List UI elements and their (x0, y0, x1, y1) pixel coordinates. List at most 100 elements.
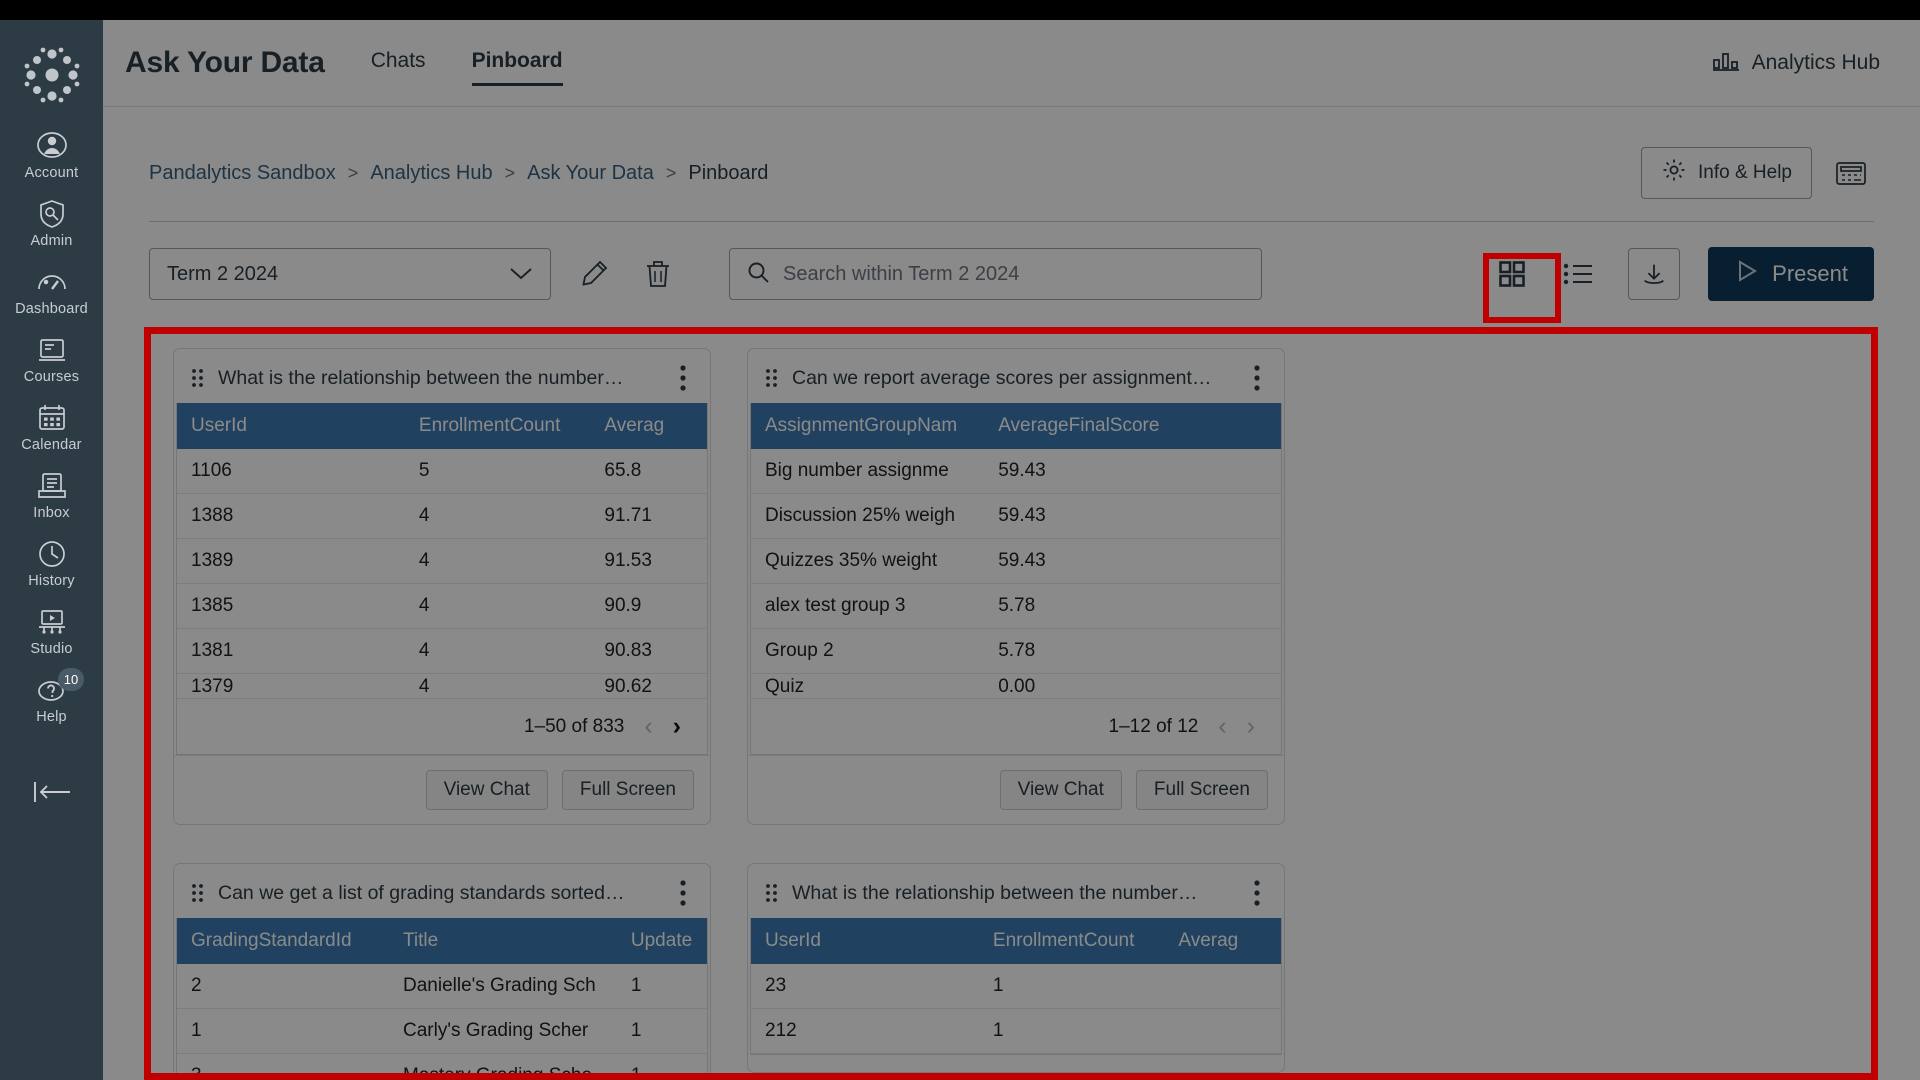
card-data-grid: UserId EnrollmentCount Averag 1106 5 65.… (176, 403, 708, 755)
pagination-prev-icon[interactable]: ‹ (1218, 714, 1226, 739)
column-header[interactable]: AverageFinalScore (984, 403, 1281, 449)
column-header[interactable]: UserId (177, 403, 405, 449)
tab-chats[interactable]: Chats (371, 49, 426, 78)
pagination-next-icon[interactable]: › (1247, 714, 1255, 739)
breadcrumb-link-2[interactable]: Ask Your Data (527, 162, 654, 185)
tab-pinboard[interactable]: Pinboard (471, 49, 563, 86)
pinboard-card[interactable]: Can we report average scores per assignm… (747, 348, 1285, 825)
sidebar-item-help[interactable]: 10 Help (0, 666, 103, 734)
analytics-hub-link[interactable]: Analytics Hub (1711, 49, 1880, 78)
view-chat-button[interactable]: View Chat (999, 770, 1122, 810)
column-header[interactable]: Title (389, 918, 617, 964)
column-header[interactable]: Averag (1164, 918, 1281, 964)
sidebar-item-calendar[interactable]: Calendar (0, 394, 103, 462)
pagination-prev-icon[interactable]: ‹ (644, 714, 652, 739)
pinboard-card[interactable]: What is the relationship between the num… (747, 863, 1285, 1073)
search-box[interactable] (729, 248, 1262, 300)
cell: 59.43 (984, 449, 1281, 494)
card-menu-icon[interactable] (672, 365, 694, 391)
sidebar-item-history[interactable]: History (0, 530, 103, 598)
gear-icon (1661, 157, 1687, 189)
table-row: Discussion 25% weigh 59.43 (751, 493, 1281, 539)
sidebar-item-inbox[interactable]: Inbox (0, 462, 103, 530)
screen-root: Account Admin Dashboard Courses Calendar… (0, 0, 1920, 1080)
table-row: 23 1 (751, 964, 1281, 1009)
card-header: Can we get a list of grading standards s… (174, 864, 710, 918)
pagination-range: 1–12 of 12 (1108, 715, 1199, 737)
table-pagination: 1–50 of 833 ‹ › (177, 698, 707, 754)
view-chat-button[interactable]: View Chat (425, 770, 548, 810)
table-row: 2 Danielle's Grading Sch 1 (177, 964, 707, 1009)
cell: 4 (404, 628, 591, 674)
column-header[interactable]: GradingStandardId (177, 918, 389, 964)
table-header-row: GradingStandardId Title Update (177, 918, 707, 964)
cell: 0.00 (998, 676, 1036, 697)
drag-handle-icon[interactable] (764, 882, 780, 904)
table-row-clipped: 212 1 (751, 1008, 1281, 1054)
table-row: 1388 4 91.71 (177, 493, 707, 539)
account-icon (35, 129, 69, 163)
breadcrumb-separator: > (504, 162, 516, 183)
card-data-grid: UserId EnrollmentCount Averag 23 1 212 1 (750, 918, 1282, 1055)
column-header[interactable]: Update (616, 918, 707, 964)
column-header[interactable]: EnrollmentCount (404, 403, 591, 449)
download-icon[interactable] (1628, 248, 1681, 300)
cell: 1388 (177, 493, 405, 539)
sidebar-item-label: History (28, 572, 75, 589)
pinboard-card[interactable]: What is the relationship between the num… (173, 348, 711, 825)
cell: Mastery Grading Sche (389, 1053, 617, 1080)
pencil-edit-icon[interactable] (573, 253, 615, 295)
data-table: UserId EnrollmentCount Averag 23 1 212 1 (751, 918, 1281, 1054)
table-pagination: 1–12 of 12 ‹ › (751, 698, 1281, 754)
pinboard-card[interactable]: Can we get a list of grading standards s… (173, 863, 711, 1080)
breadcrumb-link-0[interactable]: Pandalytics Sandbox (149, 162, 336, 185)
cell: 90.62 (604, 676, 652, 697)
sidebar-item-label: Account (24, 165, 79, 181)
table-row-clipped: 1379 4 90.62 (177, 674, 707, 699)
sidebar-item-admin[interactable]: Admin (0, 190, 103, 258)
info-help-button[interactable]: Info & Help (1641, 147, 1812, 199)
cell: 1 (177, 1008, 389, 1054)
drag-handle-icon[interactable] (764, 367, 780, 389)
sidebar-item-account[interactable]: Account (0, 122, 103, 190)
courses-icon (35, 333, 69, 367)
card-title: What is the relationship between the num… (218, 366, 624, 389)
canvas-logo-icon[interactable] (19, 42, 85, 108)
sidebar-item-label: Help (36, 708, 67, 725)
present-button[interactable]: Present (1708, 247, 1874, 301)
term-select[interactable]: Term 2 2024 (149, 248, 551, 300)
column-header[interactable]: EnrollmentCount (978, 918, 1165, 964)
sidebar-item-dashboard[interactable]: Dashboard (0, 258, 103, 326)
cell: 1389 (177, 538, 405, 584)
collapse-nav-icon[interactable] (0, 779, 103, 805)
sidebar-item-courses[interactable]: Courses (0, 326, 103, 394)
sidebar-item-label: Studio (30, 640, 73, 657)
breadcrumb-link-1[interactable]: Analytics Hub (370, 162, 492, 185)
column-header[interactable]: UserId (751, 918, 979, 964)
pagination-next-icon[interactable]: › (673, 714, 681, 739)
table-header-row: UserId EnrollmentCount Averag (177, 403, 707, 449)
breadcrumb-row: Pandalytics Sandbox > Analytics Hub > As… (103, 107, 1920, 199)
column-header[interactable]: Averag (590, 403, 707, 449)
calculator-icon[interactable] (1828, 150, 1874, 196)
sidebar-item-studio[interactable]: Studio (0, 598, 103, 666)
full-screen-button[interactable]: Full Screen (561, 770, 694, 810)
full-screen-button[interactable]: Full Screen (1135, 770, 1268, 810)
cell: 1 (616, 1053, 707, 1080)
dashboard-gauge-icon (35, 265, 69, 299)
trash-delete-icon[interactable] (637, 253, 679, 295)
cell: Quiz (765, 676, 805, 697)
card-menu-icon[interactable] (672, 880, 694, 906)
search-input[interactable] (783, 262, 1245, 286)
cell: Carly's Grading Scher (389, 1008, 617, 1054)
cell: 4 (404, 538, 591, 584)
table-row: 3 Mastery Grading Sche 1 (177, 1053, 707, 1080)
drag-handle-icon[interactable] (190, 882, 206, 904)
play-triangle-icon (1734, 259, 1758, 289)
cell: 1 (616, 964, 707, 1009)
card-menu-icon[interactable] (1246, 365, 1268, 391)
card-menu-icon[interactable] (1246, 880, 1268, 906)
column-header[interactable]: AssignmentGroupNam (751, 403, 985, 449)
history-clock-icon (35, 537, 69, 571)
drag-handle-icon[interactable] (190, 367, 206, 389)
